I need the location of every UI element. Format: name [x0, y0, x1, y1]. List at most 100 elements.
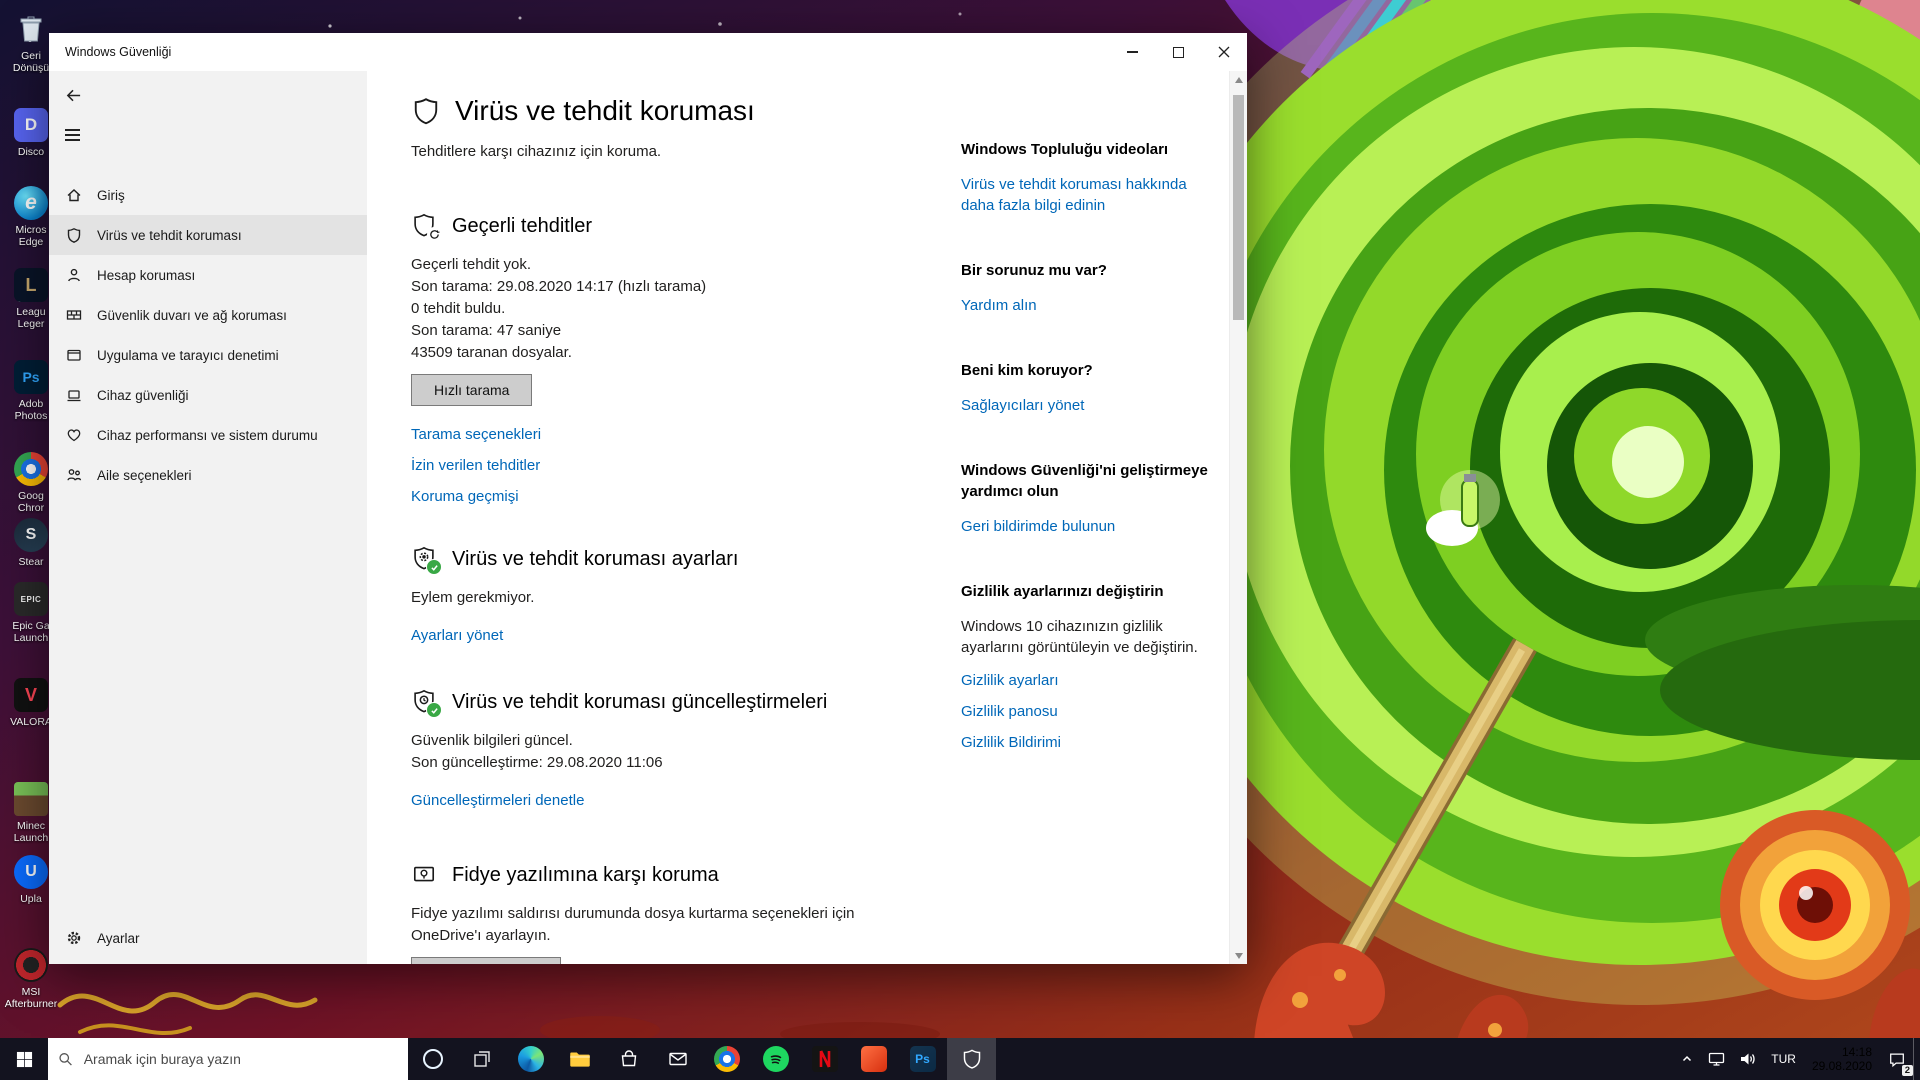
close-icon	[1218, 46, 1230, 58]
action-center-button[interactable]: 2	[1881, 1038, 1913, 1080]
scrollbar-thumb[interactable]	[1233, 95, 1244, 320]
recycle-bin-icon	[14, 12, 48, 46]
section-heading: Virüs ve tehdit koruması güncelleştirmel…	[411, 688, 881, 716]
files-scanned: 43509 taranan dosyalar.	[411, 342, 881, 364]
get-help-link[interactable]: Yardım alın	[961, 295, 1211, 316]
main-panel: Virüs ve tehdit koruması Tehditlere karş…	[367, 71, 1247, 964]
aside-heading: Beni kim koruyor?	[961, 360, 1211, 381]
tray-date: 29.08.2020	[1812, 1059, 1872, 1073]
scroll-down-arrow[interactable]	[1230, 947, 1247, 964]
firewall-icon	[65, 307, 83, 323]
app-browser-icon	[65, 347, 83, 363]
sidebar-item-virus-threat-protection[interactable]: Virüs ve tehdit koruması	[49, 215, 367, 255]
taskbar-icon-task-view[interactable]	[457, 1038, 506, 1080]
minimize-button[interactable]	[1109, 33, 1155, 71]
privacy-dashboard-link[interactable]: Gizlilik panosu	[961, 701, 1211, 722]
ransomware-section: Fidye yazılımına karşı koruma Fidye yazı…	[411, 861, 881, 964]
blue-app-icon: Ps	[910, 1046, 936, 1072]
home-icon	[65, 187, 83, 203]
taskbar-search[interactable]	[48, 1038, 408, 1080]
privacy-settings-link[interactable]: Gizlilik ayarları	[961, 670, 1211, 691]
search-icon	[58, 1051, 73, 1067]
taskbar-icon-mail[interactable]	[653, 1038, 702, 1080]
manage-settings-link[interactable]: Ayarları yönet	[411, 625, 881, 646]
tray-language[interactable]: TUR	[1764, 1038, 1803, 1080]
scrollbar[interactable]	[1229, 71, 1247, 964]
close-button[interactable]	[1201, 33, 1247, 71]
scroll-up-arrow[interactable]	[1230, 71, 1247, 88]
window-title: Windows Güvenliği	[65, 45, 171, 59]
epic-games-icon: EPIC	[14, 582, 48, 616]
start-button[interactable]	[0, 1038, 48, 1080]
sidebar-item-settings[interactable]: Ayarlar	[49, 918, 367, 958]
check-badge-icon	[426, 559, 442, 575]
update-shield-icon	[411, 688, 439, 716]
edge-icon: e	[14, 186, 48, 220]
last-update-info: Son güncelleştirme: 29.08.2020 11:06	[411, 752, 881, 774]
quick-scan-button[interactable]: Hızlı tarama	[411, 374, 532, 406]
account-icon	[65, 267, 83, 283]
mail-icon	[666, 1047, 690, 1071]
steam-icon: S	[14, 518, 48, 552]
sidebar-item-label: Aile seçenekleri	[97, 468, 192, 483]
sidebar-item-label: Virüs ve tehdit koruması	[97, 228, 242, 243]
taskbar-icon-app-red[interactable]	[849, 1038, 898, 1080]
sidebar-item-app-browser-control[interactable]: Uygulama ve tarayıcı denetimi	[49, 335, 367, 375]
learn-more-link[interactable]: Virüs ve tehdit koruması hakkında daha f…	[961, 174, 1211, 216]
taskbar-icon-chrome[interactable]	[702, 1038, 751, 1080]
tray-network[interactable]	[1701, 1038, 1732, 1080]
protection-history-link[interactable]: Koruma geçmişi	[411, 486, 881, 507]
desktop: Geri Dönüşü D Disco e Micros Edge L Leag…	[0, 0, 1920, 1080]
edge-icon	[518, 1046, 544, 1072]
ransomware-description: Fidye yazılımı saldırısı durumunda dosya…	[411, 903, 856, 947]
taskbar-icon-store[interactable]	[604, 1038, 653, 1080]
sidebar: Giriş Virüs ve tehdit koruması Hesap kor…	[49, 71, 367, 964]
protection-settings-section: Virüs ve tehdit koruması ayarları Eylem …	[411, 545, 881, 646]
volume-icon	[1739, 1051, 1757, 1067]
taskbar-icon-cortana[interactable]	[408, 1038, 457, 1080]
sidebar-item-label: Uygulama ve tarayıcı denetimi	[97, 348, 279, 363]
taskbar-icon-file-explorer[interactable]	[555, 1038, 604, 1080]
check-updates-link[interactable]: Güncelleştirmeleri denetle	[411, 790, 881, 811]
back-button[interactable]	[59, 81, 88, 113]
window-titlebar[interactable]: Windows Güvenliği	[49, 33, 1247, 71]
sidebar-item-firewall-network[interactable]: Güvenlik duvarı ve ağ koruması	[49, 295, 367, 335]
scan-options-link[interactable]: Tarama seçenekleri	[411, 424, 881, 445]
windows-logo-icon	[16, 1051, 33, 1068]
sidebar-item-label: Cihaz güvenliği	[97, 388, 189, 403]
sidebar-item-family-options[interactable]: Aile seçenekleri	[49, 455, 367, 495]
privacy-statement-link[interactable]: Gizlilik Bildirimi	[961, 732, 1211, 753]
setup-onedrive-button[interactable]	[411, 957, 561, 964]
aside-column: Windows Topluluğu videoları Virüs ve teh…	[961, 139, 1211, 797]
sidebar-item-device-security[interactable]: Cihaz güvenliği	[49, 375, 367, 415]
tray-volume[interactable]	[1732, 1038, 1764, 1080]
taskbar-icon-windows-security[interactable]	[947, 1038, 996, 1080]
section-heading: Fidye yazılımına karşı koruma	[411, 861, 881, 889]
tray-time: 14:18	[1812, 1045, 1872, 1059]
sidebar-item-home[interactable]: Giriş	[49, 175, 367, 215]
maximize-button[interactable]	[1155, 33, 1201, 71]
notification-badge: 2	[1902, 1065, 1913, 1076]
manage-providers-link[interactable]: Sağlayıcıları yönet	[961, 395, 1211, 416]
sidebar-item-device-performance[interactable]: Cihaz performansı ve sistem durumu	[49, 415, 367, 455]
tray-chevron[interactable]	[1673, 1038, 1701, 1080]
give-feedback-link[interactable]: Geri bildirimde bulunun	[961, 516, 1211, 537]
system-tray: TUR 14:18 29.08.2020 2	[1673, 1038, 1920, 1080]
taskbar-icon-netflix[interactable]	[800, 1038, 849, 1080]
taskbar-icon-spotify[interactable]	[751, 1038, 800, 1080]
windows-security-shield-icon	[961, 1048, 983, 1070]
shield-icon	[411, 96, 441, 126]
allowed-threats-link[interactable]: İzin verilen tehditler	[411, 455, 881, 476]
taskbar-icon-app-blue[interactable]: Ps	[898, 1038, 947, 1080]
taskbar-icon-edge[interactable]	[506, 1038, 555, 1080]
cortana-icon	[423, 1049, 443, 1069]
sidebar-item-label: Giriş	[97, 188, 125, 203]
sidebar-item-account-protection[interactable]: Hesap koruması	[49, 255, 367, 295]
tray-clock[interactable]: 14:18 29.08.2020	[1803, 1045, 1881, 1073]
scan-duration: Son tarama: 47 saniye	[411, 320, 881, 342]
menu-button[interactable]	[59, 123, 86, 147]
search-input[interactable]	[82, 1050, 398, 1068]
show-desktop-button[interactable]	[1913, 1038, 1920, 1080]
discord-icon: D	[14, 108, 48, 142]
chrome-icon	[14, 452, 48, 486]
